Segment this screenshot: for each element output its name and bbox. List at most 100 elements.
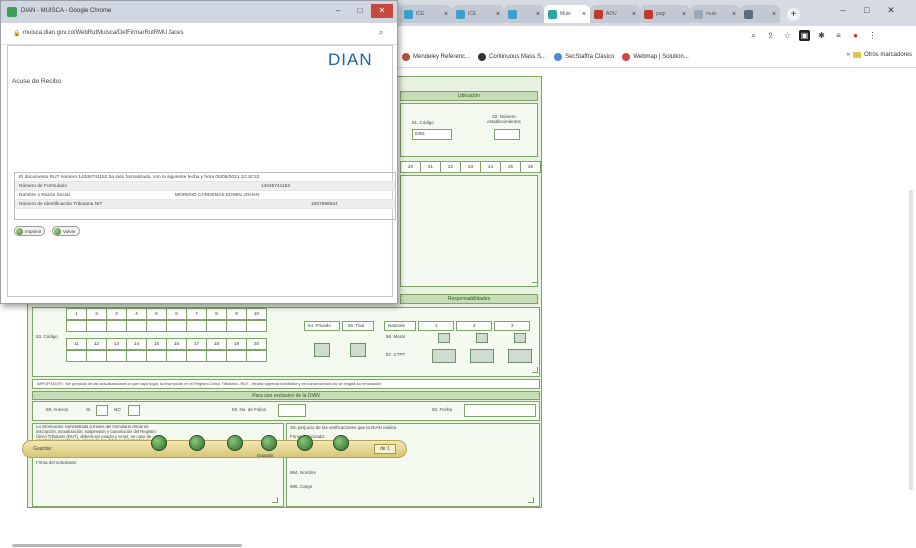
dian-favicon-icon <box>7 7 17 17</box>
bookmark-item[interactable]: Mendeley Referenc... <box>402 52 470 61</box>
previous-page-button[interactable] <box>189 435 205 451</box>
tab-close-icon[interactable]: × <box>444 11 448 18</box>
bookmark-item[interactable]: Continuous Mass S... <box>478 52 546 61</box>
establecimientos-input[interactable] <box>494 129 520 140</box>
table-row: Nombre o Razón Social MORENO CARDENAS ED… <box>15 191 395 200</box>
table-row: Número de Identificación Tributaria NIT … <box>15 200 395 209</box>
vertical-scrollbar[interactable] <box>909 190 913 490</box>
tab-favicon-icon <box>644 9 653 19</box>
tab-favicon-icon <box>456 9 465 19</box>
search-icon[interactable]: ⌕ <box>748 30 759 41</box>
horizontal-scrollbar[interactable] <box>12 544 242 547</box>
tab-favicon-icon <box>404 9 413 19</box>
section-ubicacion-header: Ubicación <box>400 91 538 101</box>
last-page-button[interactable] <box>333 435 349 451</box>
tab-close-icon[interactable]: × <box>772 11 776 18</box>
bookmark-favicon-icon <box>478 52 487 61</box>
popup-maximize-button[interactable]: □ <box>349 4 371 18</box>
responsabilidades-header: Responsabilidades <box>400 294 538 304</box>
zoom-icon[interactable]: ⌕ <box>379 28 383 38</box>
tab-close-icon[interactable]: × <box>536 11 540 18</box>
popup-titlebar[interactable]: DIAN - MUISCA - Google Chrome – □ ✕ <box>1 1 397 23</box>
close-window-button[interactable]: ✕ <box>884 4 898 16</box>
tab-close-icon[interactable]: × <box>582 11 586 18</box>
receipt-table: El documento RUT número 14045741182 ha s… <box>14 172 396 220</box>
lock-icon: 🔒 <box>13 31 21 37</box>
checkbox-titulo[interactable] <box>350 343 366 357</box>
star-icon[interactable]: ☆ <box>782 30 793 41</box>
minimize-button[interactable]: – <box>836 4 850 16</box>
browser-tab[interactable]: muis × <box>690 5 740 23</box>
save-button[interactable] <box>261 435 277 451</box>
checkbox-ctpt-3[interactable] <box>508 349 532 363</box>
browser-tab[interactable]: ADU × <box>590 5 640 23</box>
new-tab-button[interactable]: + <box>787 8 800 21</box>
resize-handle <box>532 367 538 373</box>
resize-handle <box>272 497 278 503</box>
dian-section-header: Para uso exclusivo de la DIAN <box>32 391 540 400</box>
grid-top-row: 20 21 22 23 24 25 26 <box>400 161 541 173</box>
bookmark-favicon-icon <box>622 52 631 61</box>
menu-icon[interactable]: ⋮ <box>867 30 878 41</box>
tab-favicon-icon <box>508 9 517 19</box>
popup-minimize-button[interactable]: – <box>327 4 349 18</box>
folios-input[interactable] <box>278 404 306 417</box>
tab-close-icon[interactable]: × <box>496 11 500 18</box>
browser-tab[interactable]: × <box>740 5 780 23</box>
play-button[interactable] <box>227 435 243 451</box>
popup-close-button[interactable]: ✕ <box>371 4 393 18</box>
popup-content: DIAN Acuse de Recibo El documento RUT nú… <box>7 45 396 297</box>
floating-control-bar: Guardar Guardar de 1 <box>22 435 407 458</box>
browser-tab[interactable]: ICE × <box>452 5 504 23</box>
print-button[interactable]: Imprimir <box>14 226 46 236</box>
extension-icon[interactable]: ▣ <box>799 30 810 41</box>
profile-icon[interactable]: ● <box>850 30 861 41</box>
popup-window-controls: – □ ✕ <box>327 4 393 18</box>
checkbox-ctpt-2[interactable] <box>470 349 494 363</box>
checkbox-privado[interactable] <box>314 343 330 357</box>
popup-url-text[interactable]: muisca.dian.gov.co/WebRutMuisca/DefFirma… <box>23 30 184 36</box>
maximize-button[interactable]: □ <box>860 4 874 16</box>
share-icon[interactable]: ⇪ <box>765 30 776 41</box>
bookmark-item[interactable]: Webmap | Solution... <box>622 52 689 61</box>
browser-tab[interactable]: × <box>504 5 544 23</box>
anexos-si-checkbox[interactable] <box>96 405 108 416</box>
checkbox-ctpt-1[interactable] <box>432 349 456 363</box>
browser-toolbar: ⌕ ⇪ ☆ ▣ ✱ ≡ ● ⋮ <box>398 26 916 46</box>
first-page-button[interactable] <box>151 435 167 451</box>
anexos-no-checkbox[interactable] <box>128 405 140 416</box>
bookmark-favicon-icon <box>554 52 563 61</box>
browser-tab-active[interactable]: Muis × <box>544 5 590 23</box>
page-title: Acuse de Recibo <box>12 78 62 85</box>
chevron-right-icon: » <box>846 52 850 58</box>
browser-tab[interactable]: ICE × <box>400 5 452 23</box>
checkbox-moral-2[interactable] <box>476 333 488 343</box>
browser-tab[interactable]: pagi × <box>640 5 690 23</box>
bookmark-item[interactable]: SecStaffra Clásico <box>554 52 614 61</box>
resize-handle <box>532 277 538 283</box>
checkbox-moral-3[interactable] <box>514 333 526 343</box>
tab-close-icon[interactable]: × <box>632 11 636 18</box>
dian-logo: DIAN <box>328 50 373 69</box>
back-button[interactable]: Volver <box>52 226 80 236</box>
upper-right-area <box>400 175 538 287</box>
other-bookmarks[interactable]: » Otros marcadores <box>847 52 912 58</box>
tab-favicon-icon <box>694 9 703 19</box>
toolbar-icons: ⌕ ⇪ ☆ ▣ ✱ ≡ ● ⋮ <box>748 30 878 41</box>
codigo-input[interactable]: 0451 <box>412 129 452 140</box>
pin-icon[interactable]: ✱ <box>816 30 827 41</box>
sidebar-icon[interactable]: ≡ <box>833 30 844 41</box>
tab-favicon-icon <box>744 9 753 19</box>
checkbox-moral-1[interactable] <box>438 333 450 343</box>
next-page-button[interactable] <box>297 435 313 451</box>
fecha-input[interactable] <box>464 404 536 417</box>
receipt-message: El documento RUT número 14045741182 ha s… <box>15 173 395 182</box>
popup-address-bar[interactable]: 🔒 muisca.dian.gov.co/WebRutMuisca/DefFir… <box>1 23 397 45</box>
bookmarks-bar: Mendeley Referenc... Continuous Mass S..… <box>398 46 916 68</box>
resize-handle <box>528 497 534 503</box>
col-header-1: 1 <box>418 321 454 331</box>
tab-close-icon[interactable]: × <box>732 11 736 18</box>
col-header-2: 2 <box>456 321 492 331</box>
tab-close-icon[interactable]: × <box>682 11 686 18</box>
grid-row-1: 1 2 3 4 5 6 7 8 9 10 <box>66 308 267 320</box>
